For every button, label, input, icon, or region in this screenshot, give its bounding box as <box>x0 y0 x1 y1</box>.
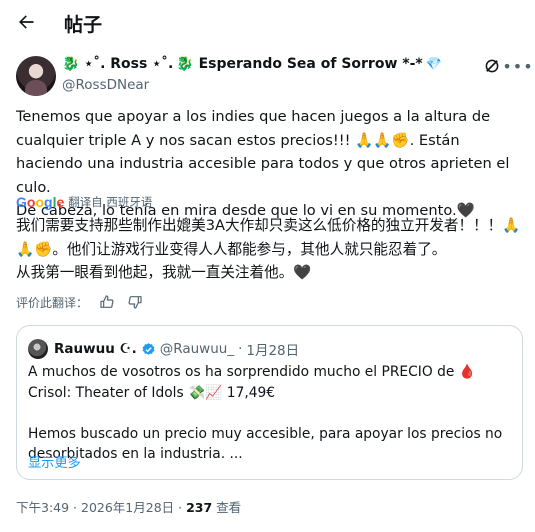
grok-icon <box>485 59 499 73</box>
author-display-name[interactable]: 🐉 ⋆˚. Ross ⋆˚. 🐉 Esperando Sea of Sorrow… <box>62 56 442 72</box>
author-name-prefix: 🐉 ⋆˚. Ross ⋆˚. <box>62 56 174 72</box>
more-options-button[interactable]: ••• <box>502 55 532 77</box>
top-bar: 帖子 <box>0 0 535 44</box>
post-timestamp[interactable]: 下午3:49 · 2026年1月28日 · <box>16 500 186 515</box>
thumbs-up-icon <box>100 295 114 308</box>
separator-dot: · <box>238 341 243 357</box>
translated-text-paragraph: 从我第一眼看到他起，我就一直关注着他。🖤 <box>16 264 312 281</box>
thumbs-down-button[interactable] <box>126 293 144 311</box>
thumbs-up-button[interactable] <box>98 293 116 311</box>
author-name-suffix: 🐉 Esperando Sea of Sorrow *-* <box>176 56 423 72</box>
thumbs-down-icon <box>128 296 142 309</box>
quoted-text-paragraph: Hemos buscado un precio muy accesible, p… <box>28 425 507 463</box>
rate-translation-row: 评价此翻译： <box>16 293 144 311</box>
quoted-post-date: 1月28日 <box>246 343 300 359</box>
quoted-text-paragraph: A muchos de vosotros os ha sorprendido m… <box>28 364 481 401</box>
quoted-post[interactable]: Rauwuu ☪︎. @Rauwuu_ · 1月28日 A muchos de … <box>16 325 523 480</box>
quoted-post-text: A muchos de vosotros os ha sorprendido m… <box>28 362 508 465</box>
page-title: 帖子 <box>64 14 103 36</box>
quoted-author-handle: @Rauwuu_ <box>159 341 235 357</box>
grok-button[interactable] <box>481 55 503 77</box>
back-button[interactable] <box>12 8 40 36</box>
translated-text: 我们需要支持那些制作出媲美3A大作却只卖这么低价格的独立开发者！！！🙏🙏✊。他们… <box>16 214 521 285</box>
quoted-author-name: Rauwuu ☪︎. <box>54 341 137 357</box>
post-meta: 下午3:49 · 2026年1月28日 · 237 查看 <box>16 497 241 516</box>
translated-from-label: 翻译自 西班牙语 <box>68 195 153 209</box>
quoted-post-header: Rauwuu ☪︎. @Rauwuu_ · 1月28日 <box>54 339 299 359</box>
arrow-left-icon <box>19 15 34 29</box>
show-more-link[interactable]: 显示更多 <box>28 452 81 471</box>
views-label: 查看 <box>212 500 242 515</box>
translation-credit: Google 翻译自 西班牙语 <box>16 194 152 210</box>
gem-icon: 💎 <box>425 56 442 72</box>
quoted-author-avatar <box>28 339 48 359</box>
author-avatar[interactable] <box>16 56 56 96</box>
translated-text-paragraph: 我们需要支持那些制作出媲美3A大作却只卖这么低价格的独立开发者！！！🙏🙏✊。他们… <box>16 217 521 258</box>
quoted-text-spacer: ​ <box>28 403 508 424</box>
verified-badge-icon <box>142 342 155 355</box>
rate-translation-label: 评价此翻译： <box>16 295 89 310</box>
tweet-text-paragraph: Tenemos que apoyar a los indies que hace… <box>16 108 515 196</box>
more-dots-icon: ••• <box>502 56 534 76</box>
author-handle[interactable]: @RossDNear <box>62 77 149 93</box>
google-logo: Google <box>16 194 65 210</box>
view-count: 237 <box>186 500 213 515</box>
